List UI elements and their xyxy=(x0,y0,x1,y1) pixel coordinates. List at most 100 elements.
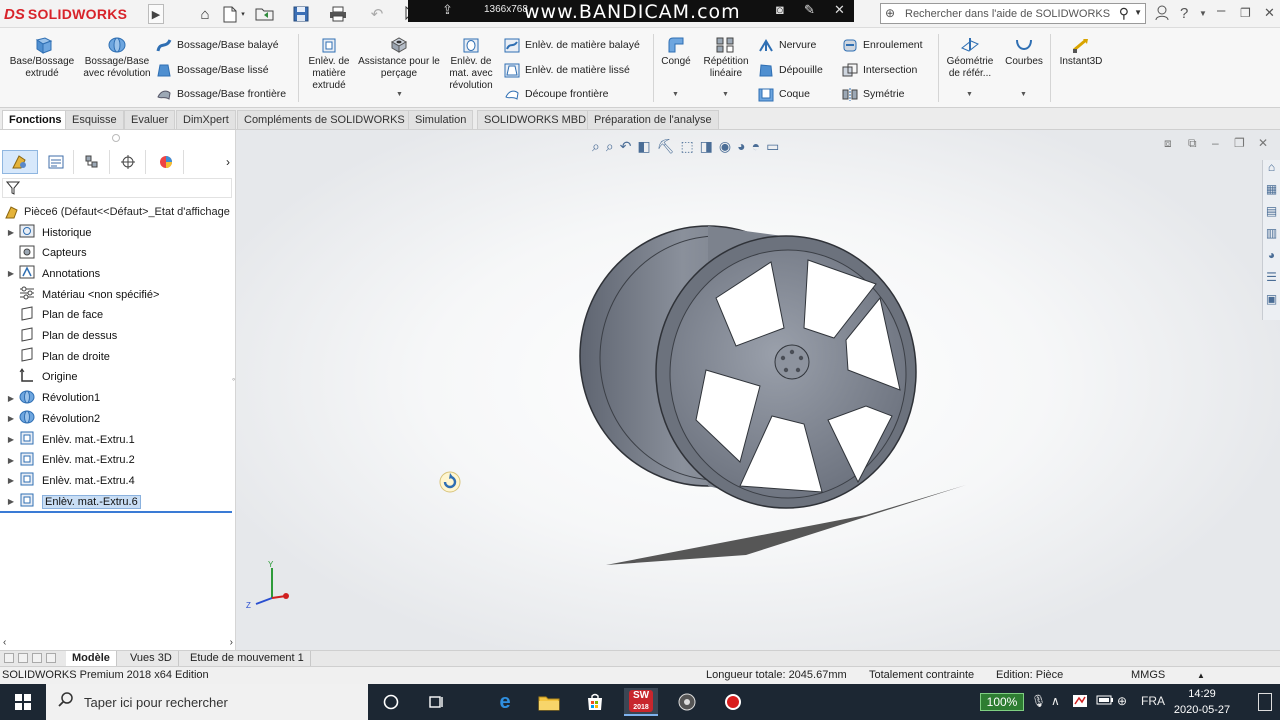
design-library-icon[interactable]: ▦ xyxy=(1263,182,1280,204)
tree-item[interactable]: ▶ Annotations xyxy=(4,264,232,283)
rebuild-icon[interactable] xyxy=(438,470,462,494)
cut-revolve-button[interactable]: Enlèv. de mat. avec révolution xyxy=(444,36,498,92)
tab-preparation-analyse[interactable]: Préparation de l'analyse xyxy=(587,110,719,129)
bandicam-record-icon[interactable] xyxy=(716,688,750,716)
store-icon[interactable] xyxy=(578,688,612,716)
wrap-button[interactable]: Enroulement xyxy=(842,36,923,54)
scroll-right-icon[interactable]: › xyxy=(230,637,233,648)
viewport-minimize-icon[interactable]: – xyxy=(1212,136,1219,150)
pattern-dropdown-icon[interactable]: ▼ xyxy=(722,91,729,98)
network-globe-icon[interactable]: ⊕ xyxy=(1117,694,1127,708)
tree-filter-input[interactable] xyxy=(2,178,232,198)
expand-arrow-icon[interactable]: ▶ xyxy=(4,228,18,237)
tree-item[interactable]: ▶ Enlèv. mat.-Extru.1 xyxy=(4,430,232,449)
tree-item[interactable]: Origine xyxy=(4,367,232,387)
solidworks-forum-icon[interactable]: ▣ xyxy=(1263,292,1280,314)
battery-percentage[interactable]: 100% xyxy=(980,693,1024,711)
close-icon[interactable]: ✕ xyxy=(834,2,845,18)
expand-arrow-icon[interactable]: ▶ xyxy=(4,456,18,465)
hide-show-icon[interactable]: ◉ xyxy=(719,138,731,155)
restore-icon[interactable]: ❐ xyxy=(1240,6,1251,20)
swept-boss-button[interactable]: Bossage/Base balayé xyxy=(156,36,279,54)
edge-browser-icon[interactable]: e xyxy=(488,688,522,716)
new-dropdown-icon[interactable]: ▾ xyxy=(239,4,247,24)
pen-icon[interactable]: ✎ xyxy=(804,2,815,18)
viewport-tile-icon[interactable]: ⧈ xyxy=(1164,136,1172,151)
previous-view-icon[interactable]: ↶ xyxy=(620,138,632,155)
window-close-icon[interactable]: ✕ xyxy=(1264,5,1275,21)
filter-icon[interactable] xyxy=(6,181,20,195)
solidworks-resources-icon[interactable]: ⌂ xyxy=(1263,160,1280,182)
notification-center-icon[interactable] xyxy=(1258,693,1272,711)
intersect-button[interactable]: Intersection xyxy=(842,61,917,79)
task-view-icon[interactable] xyxy=(420,688,454,716)
tree-item[interactable]: Plan de droite xyxy=(4,347,232,366)
feature-manager-icon[interactable] xyxy=(2,150,38,174)
shell-button[interactable]: Coque xyxy=(758,85,810,103)
tree-item[interactable]: ▶ Révolution1 xyxy=(4,389,232,408)
section-view-icon[interactable]: ◧ xyxy=(637,138,650,155)
boundary-cut-button[interactable]: Découpe frontière xyxy=(504,85,608,103)
hole-wizard-dropdown-icon[interactable]: ▼ xyxy=(396,91,403,98)
tab-simulation[interactable]: Simulation xyxy=(408,110,474,129)
scene-icon[interactable]: ◓ xyxy=(752,138,760,154)
graphics-area[interactable]: ⌕ ⌕ ↶ ◧ ⛏ ⬚ ◨ ◉ ◕ ◓ ▭ ⧈ ⧉ – ❐ ✕ ⌂ ▦ ▤ ▥ … xyxy=(236,130,1280,650)
help-search-input[interactable]: ⊕ Rechercher dans l'aide de SOLIDWORKS ⚲… xyxy=(880,3,1146,24)
tab-nav-last-icon[interactable] xyxy=(46,653,56,663)
fillet-dropdown-icon[interactable]: ▼ xyxy=(672,91,679,98)
reference-geometry-button[interactable]: Géométrie de référ... xyxy=(942,36,998,80)
taskbar-search-input[interactable]: Taper ici pour rechercher xyxy=(46,684,368,720)
scroll-left-icon[interactable]: ‹ xyxy=(3,637,6,648)
solidworks-taskbar-button[interactable]: SW 2018 xyxy=(624,688,658,716)
help-dropdown-icon[interactable]: ▼ xyxy=(1199,9,1207,18)
fillet-button[interactable]: Congé xyxy=(656,36,696,68)
property-manager-icon[interactable] xyxy=(38,150,74,174)
viewport-close-icon[interactable]: ✕ xyxy=(1258,136,1268,150)
start-button[interactable] xyxy=(0,684,46,720)
home-icon[interactable]: ⌂ xyxy=(195,4,215,24)
rib-button[interactable]: Nervure xyxy=(758,36,816,54)
mirror-button[interactable]: Symétrie xyxy=(842,85,904,103)
expand-arrow-icon[interactable]: ▶ xyxy=(4,435,18,444)
tab-vues-3d[interactable]: Vues 3D xyxy=(124,651,179,667)
tab-esquisse[interactable]: Esquisse xyxy=(65,110,124,129)
ssd-tool-icon[interactable] xyxy=(670,688,704,716)
base-extrude-button[interactable]: Base/Bossage extrudé xyxy=(6,36,78,80)
tab-nav-next-icon[interactable] xyxy=(32,653,42,663)
reference-geometry-dropdown-icon[interactable]: ▼ xyxy=(966,91,973,98)
tab-dimxpert[interactable]: DimXpert xyxy=(176,110,236,129)
minimize-icon[interactable]: – xyxy=(1217,2,1225,19)
zoom-area-icon[interactable]: ⌕ xyxy=(606,138,614,155)
unit-system-arrow-icon[interactable]: ▲ xyxy=(1197,671,1205,680)
view-orientation-icon[interactable]: ⬚ xyxy=(680,138,693,155)
expand-arrow-icon[interactable]: ▶ xyxy=(4,497,18,506)
microphone-icon[interactable]: 🎙 xyxy=(1031,694,1046,708)
tree-root-part[interactable]: Pièce6 (Défaut<<Défaut>_Etat d'affichage xyxy=(4,203,230,221)
display-manager-icon[interactable] xyxy=(148,150,184,174)
tree-item[interactable]: Capteurs xyxy=(4,244,232,263)
tab-evaluer[interactable]: Evaluer xyxy=(124,110,176,129)
tree-item[interactable]: ▶ Enlèv. mat.-Extru.2 xyxy=(4,451,232,470)
viewport-link-icon[interactable]: ⧉ xyxy=(1188,136,1197,151)
tree-item[interactable]: ▶ Révolution2 xyxy=(4,409,232,428)
expand-arrow-icon[interactable]: ▶ xyxy=(4,414,18,423)
wheel-model[interactable] xyxy=(566,210,986,590)
cut-extrude-button[interactable]: Enlèv. de matière extrudé xyxy=(302,36,356,92)
system-clock[interactable]: 14:29 2020-05-27 xyxy=(1168,686,1236,718)
view-settings-icon[interactable]: ▭ xyxy=(766,138,779,155)
instant3d-button[interactable]: Instant3D xyxy=(1054,36,1108,68)
tab-modele[interactable]: Modèle xyxy=(66,651,117,667)
linear-pattern-button[interactable]: Répétition linéaire xyxy=(700,36,752,80)
swept-cut-button[interactable]: Enlèv. de matière balayé xyxy=(504,36,640,54)
file-explorer-taskbar-icon[interactable] xyxy=(532,688,566,716)
boundary-boss-button[interactable]: Bossage/Base frontière xyxy=(156,85,286,103)
tree-item[interactable]: ▶ Enlèv. mat.-Extru.4 xyxy=(4,471,232,490)
tab-fonctions[interactable]: Fonctions xyxy=(2,110,69,129)
display-style-icon[interactable]: ◨ xyxy=(700,138,713,155)
search-dropdown-icon[interactable]: ▼ xyxy=(1134,8,1142,17)
curves-dropdown-icon[interactable]: ▼ xyxy=(1020,91,1027,98)
undo-icon[interactable]: ↶ xyxy=(366,4,388,24)
configuration-manager-icon[interactable] xyxy=(74,150,110,174)
expand-arrow-icon[interactable]: ▶ xyxy=(4,269,18,278)
draft-button[interactable]: Dépouille xyxy=(758,61,823,79)
